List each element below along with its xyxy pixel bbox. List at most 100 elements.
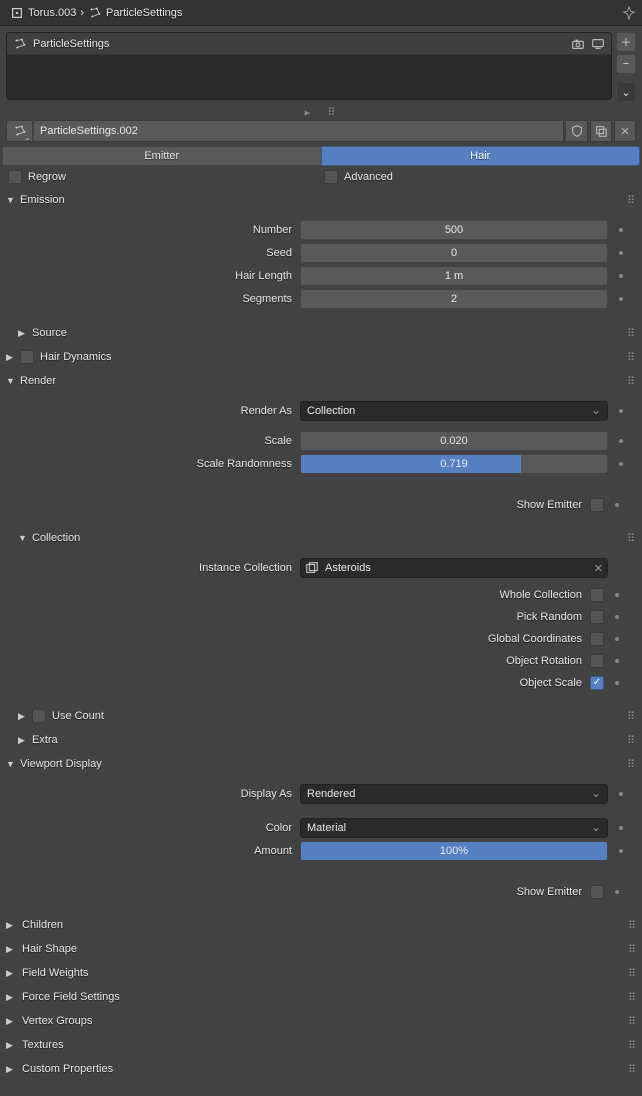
panel-collection-body: Instance Collection Asteroids ✕ Whole Co… [0, 550, 642, 704]
anim-dot[interactable] [608, 409, 634, 413]
object-rotation-checkbox[interactable] [590, 654, 604, 668]
anim-dot[interactable] [604, 593, 630, 597]
camera-icon[interactable] [571, 37, 585, 51]
anim-dot[interactable] [604, 890, 630, 894]
datablock-browse-button[interactable]: ⌄ [6, 120, 32, 142]
amount-label: Amount [0, 845, 300, 857]
whole-collection-checkbox[interactable] [590, 588, 604, 602]
panel-drag-handle[interactable]: ⠿ [628, 991, 636, 1004]
tab-emitter[interactable]: Emitter [2, 146, 321, 166]
anim-dot[interactable] [608, 439, 634, 443]
panel-drag-handle[interactable]: ⠿ [628, 943, 636, 956]
pick-random-checkbox[interactable] [590, 610, 604, 624]
panel-drag-handle[interactable]: ⠿ [627, 327, 636, 340]
particle-system-listbox[interactable]: ParticleSettings [6, 32, 612, 100]
panel-custom-properties-header[interactable]: ▶Custom Properties⠿ [0, 1057, 642, 1081]
seed-input[interactable]: 0 [300, 243, 608, 263]
panel-drag-handle[interactable]: ⠿ [628, 919, 636, 932]
anim-dot[interactable] [604, 637, 630, 641]
anim-dot[interactable] [604, 503, 630, 507]
panel-source-label: Source [32, 327, 67, 339]
anim-dot[interactable] [608, 297, 634, 301]
panel-hair-dynamics-header[interactable]: ▶ Hair Dynamics ⠿ [0, 345, 642, 369]
panel-render-header[interactable]: ▼ Render ⠿ [0, 369, 642, 393]
global-coordinates-checkbox[interactable] [590, 632, 604, 646]
panel-drag-handle[interactable]: ⠿ [628, 1063, 636, 1076]
panel-vertex-groups-header[interactable]: ▶Vertex Groups⠿ [0, 1009, 642, 1033]
panel-drag-handle[interactable]: ⠿ [627, 532, 636, 545]
anim-dot[interactable] [608, 251, 634, 255]
panel-drag-handle[interactable]: ⠿ [628, 1015, 636, 1028]
panel-textures-header[interactable]: ▶Textures⠿ [0, 1033, 642, 1057]
disclosure-open-icon: ▼ [6, 195, 16, 205]
pin-icon[interactable] [622, 6, 636, 20]
panel-force-field-header[interactable]: ▶Force Field Settings⠿ [0, 985, 642, 1009]
panel-emission-header[interactable]: ▼ Emission ⠿ [0, 188, 642, 212]
panel-viewport-label: Viewport Display [20, 758, 102, 770]
unlink-datablock-button[interactable]: ✕ [614, 120, 636, 142]
scale-randomness-input[interactable]: 0.719 [300, 454, 608, 474]
advanced-checkbox[interactable] [324, 170, 338, 184]
anim-dot[interactable] [608, 228, 634, 232]
panel-children-label: Children [22, 919, 63, 931]
segments-input[interactable]: 2 [300, 289, 608, 309]
anim-dot[interactable] [604, 615, 630, 619]
monitor-icon[interactable] [591, 37, 605, 51]
breadcrumb-particles[interactable]: ParticleSettings [84, 4, 186, 22]
panel-emission-body: Number500 Seed0 Hair Length1 m Segments2 [0, 212, 642, 321]
new-datablock-button[interactable] [590, 120, 612, 142]
color-select[interactable]: Material [300, 818, 608, 838]
display-as-select[interactable]: Rendered [300, 784, 608, 804]
show-emitter-render-checkbox[interactable] [590, 498, 604, 512]
panel-emission-label: Emission [20, 194, 65, 206]
anim-dot[interactable] [608, 462, 634, 466]
panel-drag-handle[interactable]: ⠿ [627, 375, 636, 388]
instance-collection-input[interactable]: Asteroids ✕ [300, 558, 608, 578]
anim-dot[interactable] [604, 659, 630, 663]
use-count-checkbox[interactable] [32, 709, 46, 723]
particle-specials-button[interactable]: ⌄ [616, 82, 636, 102]
panel-drag-handle[interactable]: ⠿ [627, 194, 636, 207]
panel-hair-shape-header[interactable]: ▶Hair Shape⠿ [0, 937, 642, 961]
show-emitter-viewport-checkbox[interactable] [590, 885, 604, 899]
fake-user-button[interactable] [566, 120, 588, 142]
panel-viewport-header[interactable]: ▼ Viewport Display ⠿ [0, 752, 642, 776]
disclosure-closed-icon: ▶ [18, 711, 28, 722]
panel-drag-handle[interactable]: ⠿ [628, 967, 636, 980]
regrow-label: Regrow [28, 171, 66, 183]
panel-extra-header[interactable]: ▶ Extra ⠿ [0, 728, 642, 752]
tab-hair[interactable]: Hair [321, 146, 641, 166]
panel-collection-label: Collection [32, 532, 80, 544]
panel-drag-handle[interactable]: ⠿ [627, 734, 636, 747]
panel-drag-handle[interactable]: ⠿ [628, 1039, 636, 1052]
anim-dot[interactable] [604, 681, 630, 685]
panel-children-header[interactable]: ▶Children⠿ [0, 913, 642, 937]
amount-input[interactable]: 100% [300, 841, 608, 861]
regrow-checkbox[interactable] [8, 170, 22, 184]
add-particle-system-button[interactable]: ＋ [616, 32, 636, 52]
particle-system-item[interactable]: ParticleSettings [7, 33, 611, 55]
breadcrumb-object[interactable]: Torus.003 [6, 4, 80, 22]
disclosure-closed-icon: ▶ [18, 328, 28, 339]
clear-collection-button[interactable]: ✕ [594, 562, 603, 575]
number-input[interactable]: 500 [300, 220, 608, 240]
panel-use-count-header[interactable]: ▶ Use Count ⠿ [0, 704, 642, 728]
panel-drag-handle[interactable]: ⠿ [627, 710, 636, 723]
anim-dot[interactable] [608, 792, 634, 796]
object-scale-checkbox[interactable] [590, 676, 604, 690]
anim-dot[interactable] [608, 274, 634, 278]
scale-input[interactable]: 0.020 [300, 431, 608, 451]
datablock-name-input[interactable]: ParticleSettings.002 [34, 120, 564, 142]
panel-field-weights-header[interactable]: ▶Field Weights⠿ [0, 961, 642, 985]
panel-source-header[interactable]: ▶ Source ⠿ [0, 321, 642, 345]
panel-drag-handle[interactable]: ⠿ [627, 758, 636, 771]
remove-particle-system-button[interactable]: − [616, 54, 636, 74]
anim-dot[interactable] [608, 826, 634, 830]
render-as-select[interactable]: Collection [300, 401, 608, 421]
anim-dot[interactable] [608, 849, 634, 853]
list-collapse-handle[interactable]: ▸ ⠿ [0, 108, 642, 116]
panel-collection-header[interactable]: ▼ Collection ⠿ [0, 526, 642, 550]
hair-dynamics-checkbox[interactable] [20, 350, 34, 364]
panel-drag-handle[interactable]: ⠿ [627, 351, 636, 364]
hair-length-input[interactable]: 1 m [300, 266, 608, 286]
